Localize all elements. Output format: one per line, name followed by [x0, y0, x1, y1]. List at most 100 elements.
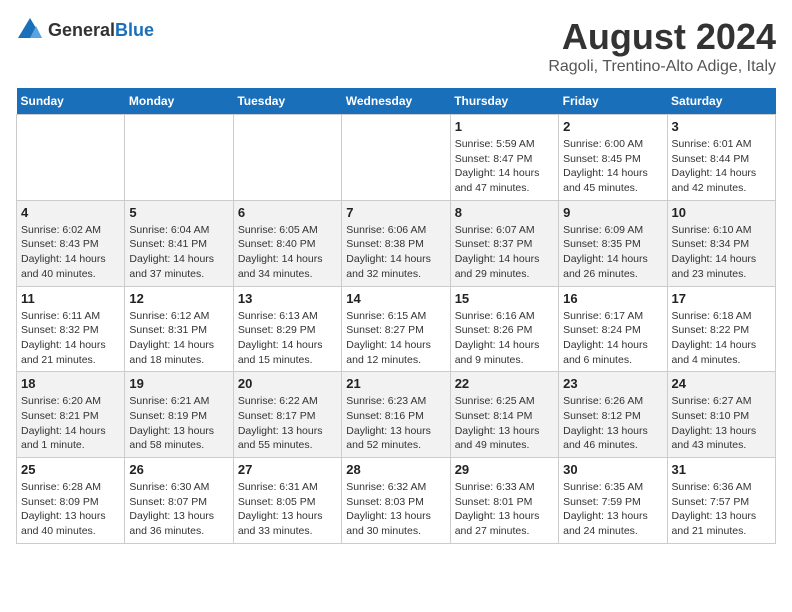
day-number: 27	[238, 462, 337, 477]
day-number: 12	[129, 291, 228, 306]
day-number: 3	[672, 119, 771, 134]
calendar-cell: 26 Sunrise: 6:30 AM Sunset: 8:07 PM Dayli…	[125, 458, 233, 544]
calendar-cell: 20 Sunrise: 6:22 AM Sunset: 8:17 PM Dayli…	[233, 372, 341, 458]
header-tuesday: Tuesday	[233, 88, 341, 115]
day-info: Sunrise: 6:25 AM Sunset: 8:14 PM Dayligh…	[455, 394, 554, 453]
calendar-cell: 27 Sunrise: 6:31 AM Sunset: 8:05 PM Dayli…	[233, 458, 341, 544]
calendar-cell: 3Sunrise: 6:01 AM Sunset: 8:44 PM Daylig…	[667, 115, 775, 201]
calendar-cell: 24 Sunrise: 6:27 AM Sunset: 8:10 PM Dayli…	[667, 372, 775, 458]
day-info: Sunrise: 6:23 AM Sunset: 8:16 PM Dayligh…	[346, 394, 445, 453]
day-info: Sunrise: 6:31 AM Sunset: 8:05 PM Dayligh…	[238, 480, 337, 539]
day-number: 10	[672, 205, 771, 220]
calendar-cell: 22 Sunrise: 6:25 AM Sunset: 8:14 PM Dayli…	[450, 372, 558, 458]
day-info: Sunrise: 6:28 AM Sunset: 8:09 PM Dayligh…	[21, 480, 120, 539]
logo-general: General	[48, 20, 115, 40]
day-number: 8	[455, 205, 554, 220]
day-info: Sunrise: 6:30 AM Sunset: 8:07 PM Dayligh…	[129, 480, 228, 539]
day-info: Sunrise: 6:22 AM Sunset: 8:17 PM Dayligh…	[238, 394, 337, 453]
page-subtitle: Ragoli, Trentino-Alto Adige, Italy	[548, 58, 776, 76]
day-info: Sunrise: 6:06 AM Sunset: 8:38 PM Dayligh…	[346, 223, 445, 282]
calendar-cell: 8Sunrise: 6:07 AM Sunset: 8:37 PM Daylig…	[450, 200, 558, 286]
day-number: 9	[563, 205, 662, 220]
day-number: 4	[21, 205, 120, 220]
day-number: 30	[563, 462, 662, 477]
day-info: Sunrise: 6:35 AM Sunset: 7:59 PM Dayligh…	[563, 480, 662, 539]
day-info: Sunrise: 6:02 AM Sunset: 8:43 PM Dayligh…	[21, 223, 120, 282]
day-number: 1	[455, 119, 554, 134]
header-monday: Monday	[125, 88, 233, 115]
calendar-cell: 5 Sunrise: 6:04 AM Sunset: 8:41 PM Daylig…	[125, 200, 233, 286]
header-sunday: Sunday	[17, 88, 125, 115]
day-number: 29	[455, 462, 554, 477]
day-info: Sunrise: 6:05 AM Sunset: 8:40 PM Dayligh…	[238, 223, 337, 282]
day-number: 24	[672, 376, 771, 391]
header-friday: Friday	[559, 88, 667, 115]
day-number: 7	[346, 205, 445, 220]
day-info: Sunrise: 6:04 AM Sunset: 8:41 PM Dayligh…	[129, 223, 228, 282]
title-area: August 2024 Ragoli, Trentino-Alto Adige,…	[548, 16, 776, 76]
calendar-cell	[342, 115, 450, 201]
day-number: 18	[21, 376, 120, 391]
calendar-cell: 15Sunrise: 6:16 AM Sunset: 8:26 PM Dayli…	[450, 286, 558, 372]
day-number: 20	[238, 376, 337, 391]
day-info: Sunrise: 6:36 AM Sunset: 7:57 PM Dayligh…	[672, 480, 771, 539]
day-info: Sunrise: 6:20 AM Sunset: 8:21 PM Dayligh…	[21, 394, 120, 453]
day-number: 22	[455, 376, 554, 391]
week-row-5: 25 Sunrise: 6:28 AM Sunset: 8:09 PM Dayli…	[17, 458, 776, 544]
calendar-cell: 31 Sunrise: 6:36 AM Sunset: 7:57 PM Dayli…	[667, 458, 775, 544]
calendar-body: 1 Sunrise: 5:59 AM Sunset: 8:47 PM Daylig…	[17, 115, 776, 544]
calendar-cell: 30 Sunrise: 6:35 AM Sunset: 7:59 PM Dayli…	[559, 458, 667, 544]
calendar-cell: 19Sunrise: 6:21 AM Sunset: 8:19 PM Dayli…	[125, 372, 233, 458]
calendar-cell: 11Sunrise: 6:11 AM Sunset: 8:32 PM Dayli…	[17, 286, 125, 372]
day-number: 15	[455, 291, 554, 306]
day-info: Sunrise: 6:12 AM Sunset: 8:31 PM Dayligh…	[129, 309, 228, 368]
day-number: 26	[129, 462, 228, 477]
calendar-cell: 6 Sunrise: 6:05 AM Sunset: 8:40 PM Daylig…	[233, 200, 341, 286]
calendar-cell: 9 Sunrise: 6:09 AM Sunset: 8:35 PM Daylig…	[559, 200, 667, 286]
day-number: 2	[563, 119, 662, 134]
day-number: 21	[346, 376, 445, 391]
page-header: GeneralBlue August 2024 Ragoli, Trentino…	[16, 16, 776, 76]
day-info: Sunrise: 6:13 AM Sunset: 8:29 PM Dayligh…	[238, 309, 337, 368]
calendar-cell: 4 Sunrise: 6:02 AM Sunset: 8:43 PM Daylig…	[17, 200, 125, 286]
calendar-cell: 2Sunrise: 6:00 AM Sunset: 8:45 PM Daylig…	[559, 115, 667, 201]
day-number: 6	[238, 205, 337, 220]
header-thursday: Thursday	[450, 88, 558, 115]
calendar-cell: 10Sunrise: 6:10 AM Sunset: 8:34 PM Dayli…	[667, 200, 775, 286]
day-info: Sunrise: 6:27 AM Sunset: 8:10 PM Dayligh…	[672, 394, 771, 453]
day-info: Sunrise: 6:33 AM Sunset: 8:01 PM Dayligh…	[455, 480, 554, 539]
day-number: 14	[346, 291, 445, 306]
calendar-cell	[233, 115, 341, 201]
calendar-cell: 18 Sunrise: 6:20 AM Sunset: 8:21 PM Dayli…	[17, 372, 125, 458]
day-info: Sunrise: 6:26 AM Sunset: 8:12 PM Dayligh…	[563, 394, 662, 453]
day-number: 13	[238, 291, 337, 306]
calendar-cell: 13 Sunrise: 6:13 AM Sunset: 8:29 PM Dayli…	[233, 286, 341, 372]
day-number: 28	[346, 462, 445, 477]
calendar-cell: 29 Sunrise: 6:33 AM Sunset: 8:01 PM Dayli…	[450, 458, 558, 544]
day-number: 23	[563, 376, 662, 391]
calendar-cell	[125, 115, 233, 201]
logo: GeneralBlue	[16, 16, 154, 44]
day-number: 11	[21, 291, 120, 306]
week-row-4: 18 Sunrise: 6:20 AM Sunset: 8:21 PM Dayli…	[17, 372, 776, 458]
day-info: Sunrise: 6:15 AM Sunset: 8:27 PM Dayligh…	[346, 309, 445, 368]
day-number: 25	[21, 462, 120, 477]
day-number: 17	[672, 291, 771, 306]
calendar-cell: 1 Sunrise: 5:59 AM Sunset: 8:47 PM Daylig…	[450, 115, 558, 201]
header-wednesday: Wednesday	[342, 88, 450, 115]
calendar-cell: 7 Sunrise: 6:06 AM Sunset: 8:38 PM Daylig…	[342, 200, 450, 286]
day-number: 5	[129, 205, 228, 220]
calendar-cell: 23 Sunrise: 6:26 AM Sunset: 8:12 PM Dayli…	[559, 372, 667, 458]
day-info: Sunrise: 6:17 AM Sunset: 8:24 PM Dayligh…	[563, 309, 662, 368]
header-saturday: Saturday	[667, 88, 775, 115]
calendar-cell: 25 Sunrise: 6:28 AM Sunset: 8:09 PM Dayli…	[17, 458, 125, 544]
day-number: 31	[672, 462, 771, 477]
day-info: Sunrise: 6:09 AM Sunset: 8:35 PM Dayligh…	[563, 223, 662, 282]
week-row-2: 4 Sunrise: 6:02 AM Sunset: 8:43 PM Daylig…	[17, 200, 776, 286]
week-row-1: 1 Sunrise: 5:59 AM Sunset: 8:47 PM Daylig…	[17, 115, 776, 201]
calendar-cell: 21 Sunrise: 6:23 AM Sunset: 8:16 PM Dayli…	[342, 372, 450, 458]
logo-blue: Blue	[115, 20, 154, 40]
logo-text: GeneralBlue	[48, 20, 154, 41]
page-title: August 2024	[548, 16, 776, 58]
day-info: Sunrise: 5:59 AM Sunset: 8:47 PM Dayligh…	[455, 137, 554, 196]
